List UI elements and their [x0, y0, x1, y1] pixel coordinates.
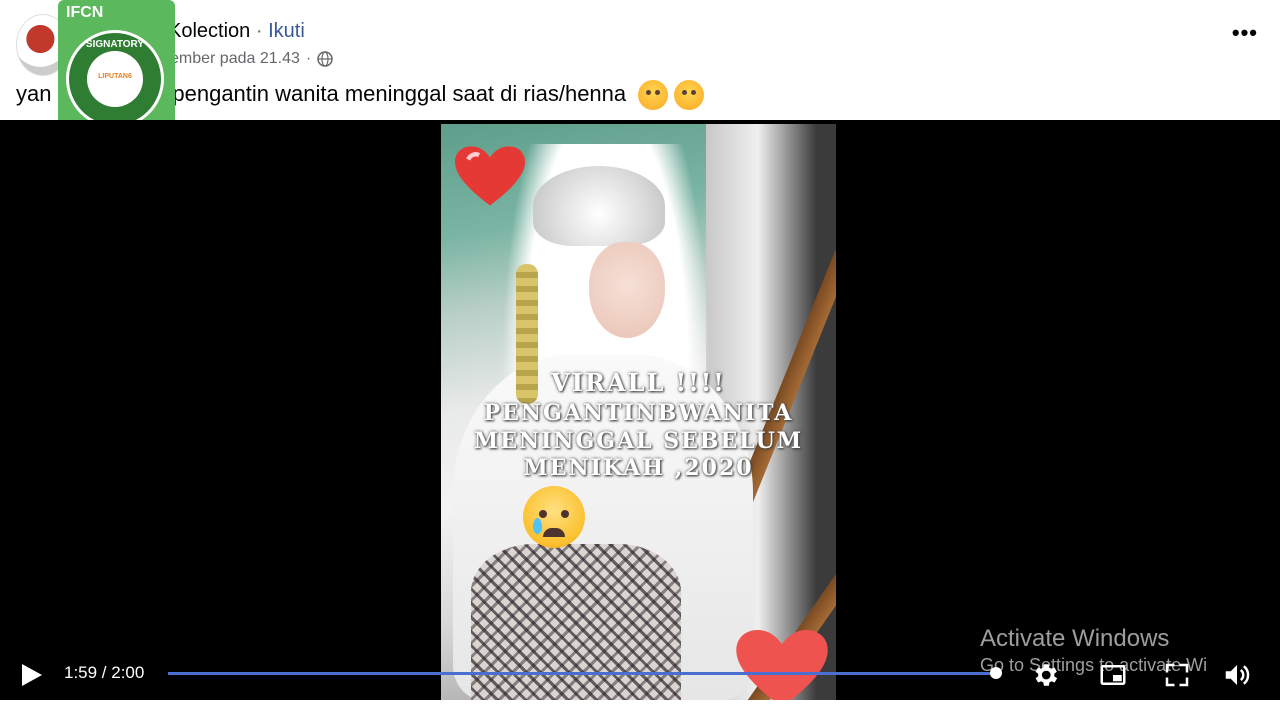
overlay-line: PENGANTINBWANITA: [483, 400, 794, 426]
crying-emoji-icon: [523, 486, 585, 548]
name-separator: ·: [255, 20, 263, 42]
watermark-title: Activate Windows: [980, 625, 1170, 652]
badge-logo-text: LIPUTAN6: [98, 73, 132, 80]
caption-start: yan: [16, 80, 52, 106]
time-display: 1:59 / 2:00: [64, 663, 145, 682]
crying-emoji-icon: [638, 80, 669, 110]
play-icon[interactable]: [22, 664, 42, 686]
progress-bar[interactable]: [168, 672, 996, 675]
fullscreen-icon[interactable]: [1162, 660, 1192, 690]
overlay-line: MENIKAH ,2020: [523, 455, 754, 481]
video-player[interactable]: VIRALL !!!! PENGANTINBWANITA MENINGGAL S…: [0, 120, 1280, 700]
badge-title: IFCN: [66, 4, 104, 21]
badge-logo-circle: LIPUTAN6: [87, 51, 143, 107]
heart-icon: [455, 146, 525, 206]
page-name-line: Kolection · Ikuti: [168, 20, 305, 43]
video-controls: 1:59 / 2:00: [0, 650, 1280, 700]
post-meta: ember pada 21.43 ·: [170, 50, 333, 68]
video-frame: VIRALL !!!! PENGANTINBWANITA MENINGGAL S…: [441, 124, 836, 700]
progress-knob[interactable]: [990, 667, 1002, 679]
overlay-line: MENINGGAL SEBELUM: [473, 428, 804, 454]
bride-face: [589, 242, 665, 338]
page-name[interactable]: Kolection: [168, 20, 250, 42]
bottom-strip: [0, 700, 1280, 720]
bride-crown: [533, 166, 665, 246]
pip-icon[interactable]: [1098, 660, 1128, 690]
crying-emoji-icon: [674, 80, 705, 110]
overlay-line: VIRALL !!!!: [551, 368, 726, 397]
settings-icon[interactable]: [1030, 660, 1060, 690]
volume-icon[interactable]: [1222, 660, 1252, 690]
caption-text: ll pengantin wanita meninggal saat di ri…: [156, 80, 627, 106]
post-timestamp[interactable]: ember pada 21.43: [170, 50, 300, 68]
more-options-icon[interactable]: •••: [1232, 20, 1258, 46]
badge-ring-text: SIGNATORY: [85, 39, 145, 50]
globe-icon: [317, 51, 333, 67]
ifcn-signatory-badge: IFCN SIGNATORY LIPUTAN6: [58, 0, 175, 139]
follow-button[interactable]: Ikuti: [268, 20, 305, 42]
meta-separator: ·: [305, 50, 312, 67]
badge-ring: SIGNATORY LIPUTAN6: [66, 30, 164, 128]
post-header: Kolection · Ikuti ember pada 21.43 · •••…: [0, 0, 1280, 120]
